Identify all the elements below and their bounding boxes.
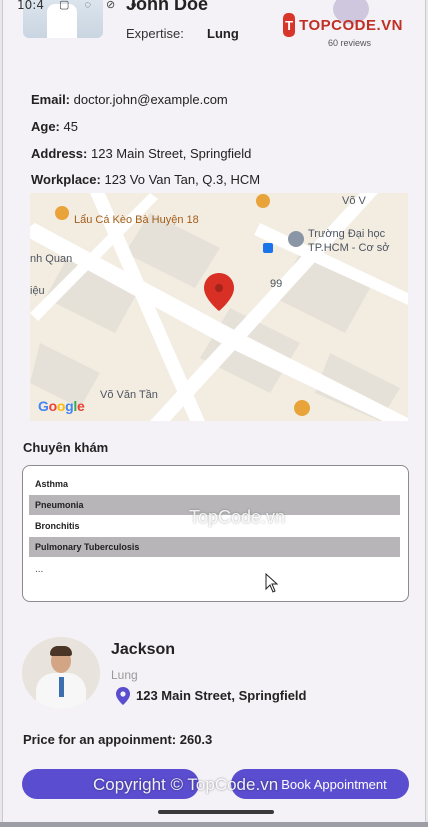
list-item[interactable]: Asthma [29, 474, 400, 494]
restaurant-icon-3 [294, 400, 310, 416]
workplace-label: Workplace: [31, 172, 101, 187]
status-time: 10:4 [17, 0, 44, 12]
map-label-street-left2: iệu [30, 285, 45, 297]
card-doctor-specialty: Lung [111, 668, 138, 682]
logo-text: TOPCODE.VN [299, 16, 403, 34]
mouse-cursor-icon [265, 573, 279, 593]
specialties-title: Chuyên khám [23, 440, 109, 455]
restaurant-icon-2 [256, 194, 270, 208]
location-pin-icon [116, 687, 130, 705]
email-label: Email: [31, 92, 71, 107]
topcode-logo: T TOPCODE.VN [283, 10, 403, 40]
screen-bottom-edge [0, 822, 428, 827]
map-label-street-left: nh Quan [30, 253, 73, 265]
address-value: 123 Main Street, Springfield [90, 146, 252, 161]
age-row: Age: 45 [31, 119, 78, 134]
logo-badge-icon: T [283, 13, 296, 37]
card-doctor-address: 123 Main Street, Springfield [136, 688, 307, 703]
map-label-street-number: 99 [270, 278, 283, 290]
appointment-price: Price for an appoinment: 260.3 [23, 732, 213, 747]
map-label-restaurant: Lẩu Cá Kèo Bà Huyện 18 [74, 214, 199, 226]
app-screen: 10:4 ▢ ◌ ⊘ ● John Doe Expertise: Lung 60… [2, 0, 426, 827]
doctor-avatar [22, 637, 100, 709]
google-logo: Google [38, 398, 85, 414]
map-label-school: Trường Đại học [308, 228, 386, 240]
list-more: ... [35, 564, 44, 575]
map-label-street-bottom: Võ Văn Tần [100, 389, 158, 401]
specialties-list[interactable]: Asthma Pneumonia Bronchitis Pulmonary Tu… [22, 465, 409, 602]
email-value[interactable]: doctor.john@example.com [74, 92, 228, 107]
restaurant-icon [55, 206, 69, 220]
list-item[interactable]: Pulmonary Tuberculosis [29, 537, 400, 557]
address-row: Address: 123 Main Street, Springfield [31, 146, 251, 161]
workplace-value: 123 Vo Van Tan, Q.3, HCM [104, 172, 261, 187]
workplace-row: Workplace: 123 Vo Van Tan, Q.3, HCM [31, 172, 260, 187]
map-label-street-top: Võ V [342, 195, 366, 207]
expertise-label: Expertise: [126, 26, 184, 41]
age-label: Age: [31, 119, 60, 134]
home-indicator[interactable] [158, 810, 274, 814]
doctor-name: John Doe [126, 0, 209, 14]
location-map[interactable]: Lẩu Cá Kèo Bà Huyện 18 Trường Đại học TP… [30, 193, 408, 421]
school-icon [288, 231, 304, 247]
address-label: Address: [31, 146, 88, 161]
copyright-watermark: Copyright © TopCode.vn [93, 775, 279, 794]
email-row: Email: doctor.john@example.com [31, 92, 228, 107]
age-value: 45 [63, 119, 78, 134]
card-doctor-name: Jackson [111, 641, 176, 658]
map-label-school-sub: TP.HCM - Cơ sở [308, 242, 390, 254]
watermark: TopCode.vn [189, 507, 286, 527]
bus-icon [263, 243, 273, 253]
expertise-value: Lung [207, 26, 239, 41]
